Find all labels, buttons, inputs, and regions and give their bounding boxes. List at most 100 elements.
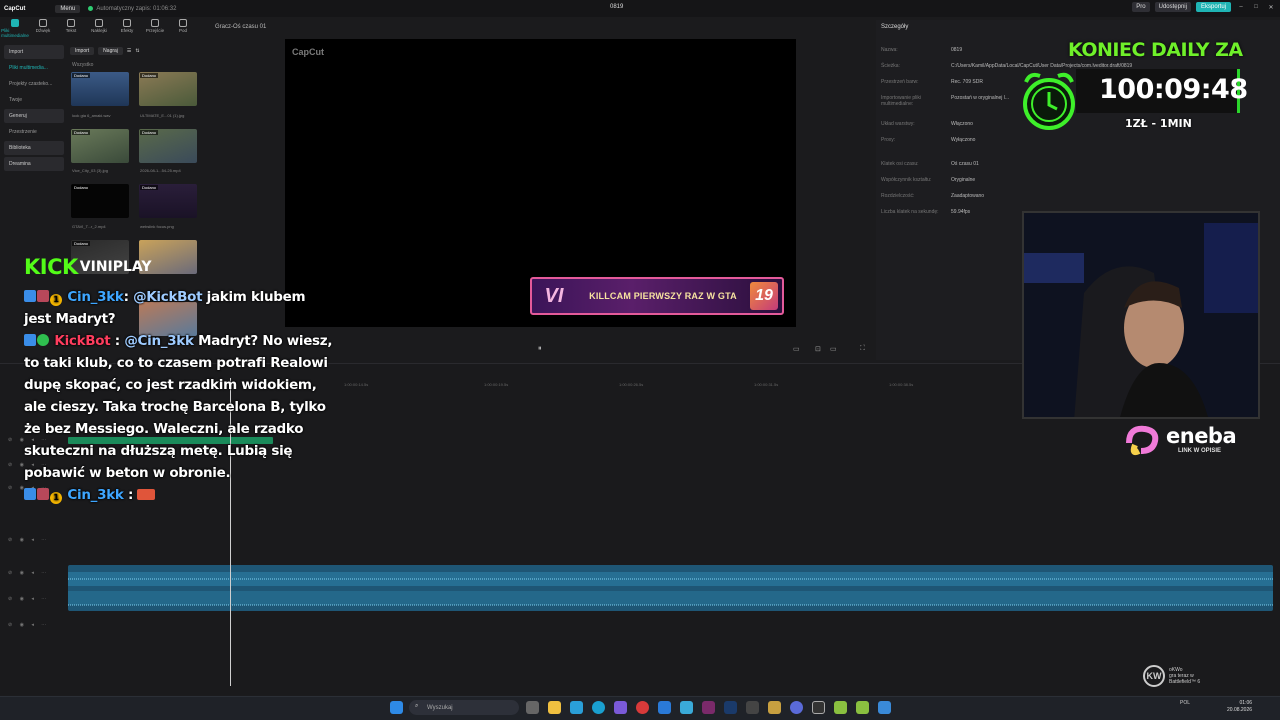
media-actions: Import Nagraj ☰ ⇅	[70, 45, 205, 57]
capcut-icon[interactable]	[812, 701, 825, 714]
sidebar-item-dreamina[interactable]: Dreamina	[4, 157, 64, 171]
eneba-brand: eneba	[1166, 424, 1237, 448]
media-thumb-1[interactable]: Dodano	[71, 72, 129, 106]
audio-clip[interactable]	[68, 565, 1273, 611]
record-button[interactable]: Nagraj	[98, 47, 123, 55]
tool-more[interactable]: Pod	[172, 19, 194, 41]
rate-label: 1ZŁ - 1MIN	[1125, 117, 1192, 130]
sidebar-item-projects[interactable]: Projekty czasteko...	[4, 77, 64, 91]
sidebar-item-spaces[interactable]: Przestrzenie	[4, 125, 64, 139]
discord-icon[interactable]	[790, 701, 803, 714]
tool-stickers[interactable]: Naklejki	[88, 19, 110, 41]
sidebar-item-yours[interactable]: Twoje	[4, 93, 64, 107]
pro-button[interactable]: Pro	[1132, 2, 1150, 12]
edge-icon[interactable]	[592, 701, 605, 714]
media-thumb-6[interactable]: Dodano	[139, 184, 197, 218]
countdown-timer: 100:09:48	[1099, 74, 1248, 105]
channel-name: VINIPLAY	[79, 259, 152, 275]
app-icon[interactable]	[680, 701, 693, 714]
steam-icon[interactable]	[724, 701, 737, 714]
tool-transitions[interactable]: Przejście	[144, 19, 166, 41]
sidebar-item-library[interactable]: Biblioteka	[4, 141, 64, 155]
system-clock[interactable]: 01:06 20.08.2026	[1227, 700, 1252, 714]
tool-audio[interactable]: Dźwięk	[32, 19, 54, 41]
detail-row: Współczynnik kształtu: Oryginalne	[881, 177, 976, 183]
sidebar-item-media[interactable]: Pliki multimedia...	[4, 61, 64, 75]
capcut-watermark: CapCut	[292, 47, 324, 57]
search-icon: ⌕	[415, 703, 419, 709]
sort-icon[interactable]: ☰	[127, 48, 131, 54]
media-sidebar: Import Pliki multimedia... Projekty czas…	[4, 45, 64, 175]
fullscreen-icon[interactable]: ⛶	[860, 345, 865, 353]
media-thumb-4[interactable]: Dodano	[139, 129, 197, 163]
episode-number: 19	[750, 282, 778, 310]
daily-end-label: KONIEC DAILY ZA	[1068, 39, 1243, 61]
app-icon[interactable]	[702, 701, 715, 714]
friend-game: Battlefield™ 6	[1169, 679, 1201, 685]
tool-effects[interactable]: Efekty	[116, 19, 138, 41]
menu-button[interactable]: Menu	[55, 4, 81, 13]
media-toolbar: Pliki multimedialne Dźwięk Tekst Naklejk…	[1, 19, 204, 41]
minimize-icon[interactable]: –	[1236, 4, 1246, 10]
track-controls[interactable]: ⊘ ◉ ◂ ⋯	[8, 570, 49, 576]
app-icon[interactable]	[878, 701, 891, 714]
chat-message: KickBot : @Cin_3kk Madryt? No wiesz, to …	[24, 333, 333, 481]
player-header: Gracz-Oś czasu 01	[215, 24, 267, 30]
detail-row: Przestrzeń barw: Rec. 709 SDR	[881, 79, 983, 85]
badge-icon	[24, 334, 36, 346]
app-icon[interactable]	[614, 701, 627, 714]
ruler-tick: 1:00:00:38.5s	[889, 382, 914, 387]
media-thumb-2[interactable]: Dodano	[139, 72, 197, 106]
track-controls[interactable]: ⊘ ◉ ◂ ⋯	[8, 596, 49, 602]
media-thumb-5[interactable]: Dodano	[71, 184, 129, 218]
taskbar-search[interactable]: ⌕ Wyszukaj	[409, 700, 519, 715]
opera-icon[interactable]	[636, 701, 649, 714]
details-title: Szczegóły	[881, 24, 909, 30]
share-button[interactable]: Udostępnij	[1154, 2, 1191, 12]
media-icon	[11, 19, 19, 27]
task-view-icon[interactable]	[526, 701, 539, 714]
filter-icon[interactable]: ⇅	[135, 48, 139, 54]
maximize-icon[interactable]: □	[1251, 4, 1261, 10]
app-icon[interactable]	[834, 701, 847, 714]
title-bar: CapCut Menu Automatyczny zapis: 01:06:32…	[0, 0, 1280, 17]
language-indicator[interactable]: POL	[1180, 700, 1190, 706]
quality-icon[interactable]: ▭	[830, 345, 837, 353]
sidebar-item-generate[interactable]: Generuj	[4, 109, 64, 123]
audio-waveform	[68, 572, 1273, 606]
badge-icon	[24, 488, 36, 500]
store-icon[interactable]	[570, 701, 583, 714]
track-controls[interactable]: ⊘ ◉ ◂ ⋯	[8, 622, 49, 628]
media-label-6: webslink focus.png	[140, 224, 174, 229]
media-label-2: ULTIMATE_E...01 (1).jpg	[140, 113, 185, 118]
app-icon[interactable]	[856, 701, 869, 714]
tool-media[interactable]: Pliki multimedialne	[1, 19, 29, 41]
close-icon[interactable]: ✕	[1266, 4, 1276, 11]
media-label-5: GTAVI_T...r_2.mp4	[72, 224, 106, 229]
tool-text[interactable]: Tekst	[60, 19, 82, 41]
start-icon[interactable]	[390, 701, 403, 714]
detail-row: Proxy: Wyłączono	[881, 137, 976, 143]
project-title: 0819	[610, 4, 624, 10]
kick-logo: KICK	[24, 255, 78, 279]
alarm-clock-icon	[1023, 72, 1075, 130]
export-button[interactable]: Eksportuj	[1195, 2, 1231, 12]
file-explorer-icon[interactable]	[548, 701, 561, 714]
app-icon[interactable]	[746, 701, 759, 714]
pause-icon[interactable]: ⏸	[538, 345, 542, 353]
app-icon[interactable]	[658, 701, 671, 714]
ruler-tick: 1:00:00:26.5s	[619, 382, 644, 387]
media-label-4: 2026-08-1...54-25.mp4	[140, 168, 181, 173]
chat-username: Cin_3kk	[67, 289, 124, 305]
ruler-tick: 1:00:00:14.5s	[344, 382, 369, 387]
app-icon[interactable]	[768, 701, 781, 714]
sidebar-item-import[interactable]: Import	[4, 45, 64, 59]
media-label-1: look gta 6_amaki.wav	[72, 113, 111, 118]
ratio-icon[interactable]: ▭	[793, 345, 800, 353]
sticker-icon	[95, 19, 103, 27]
zoom-icon[interactable]: ⊡	[815, 345, 821, 353]
import-button[interactable]: Import	[70, 47, 95, 55]
chat-username: Cin_3kk	[67, 487, 124, 503]
track-controls[interactable]: ⊘ ◉ ◂ ⋯	[8, 537, 49, 543]
media-thumb-3[interactable]: Dodano	[71, 129, 129, 163]
